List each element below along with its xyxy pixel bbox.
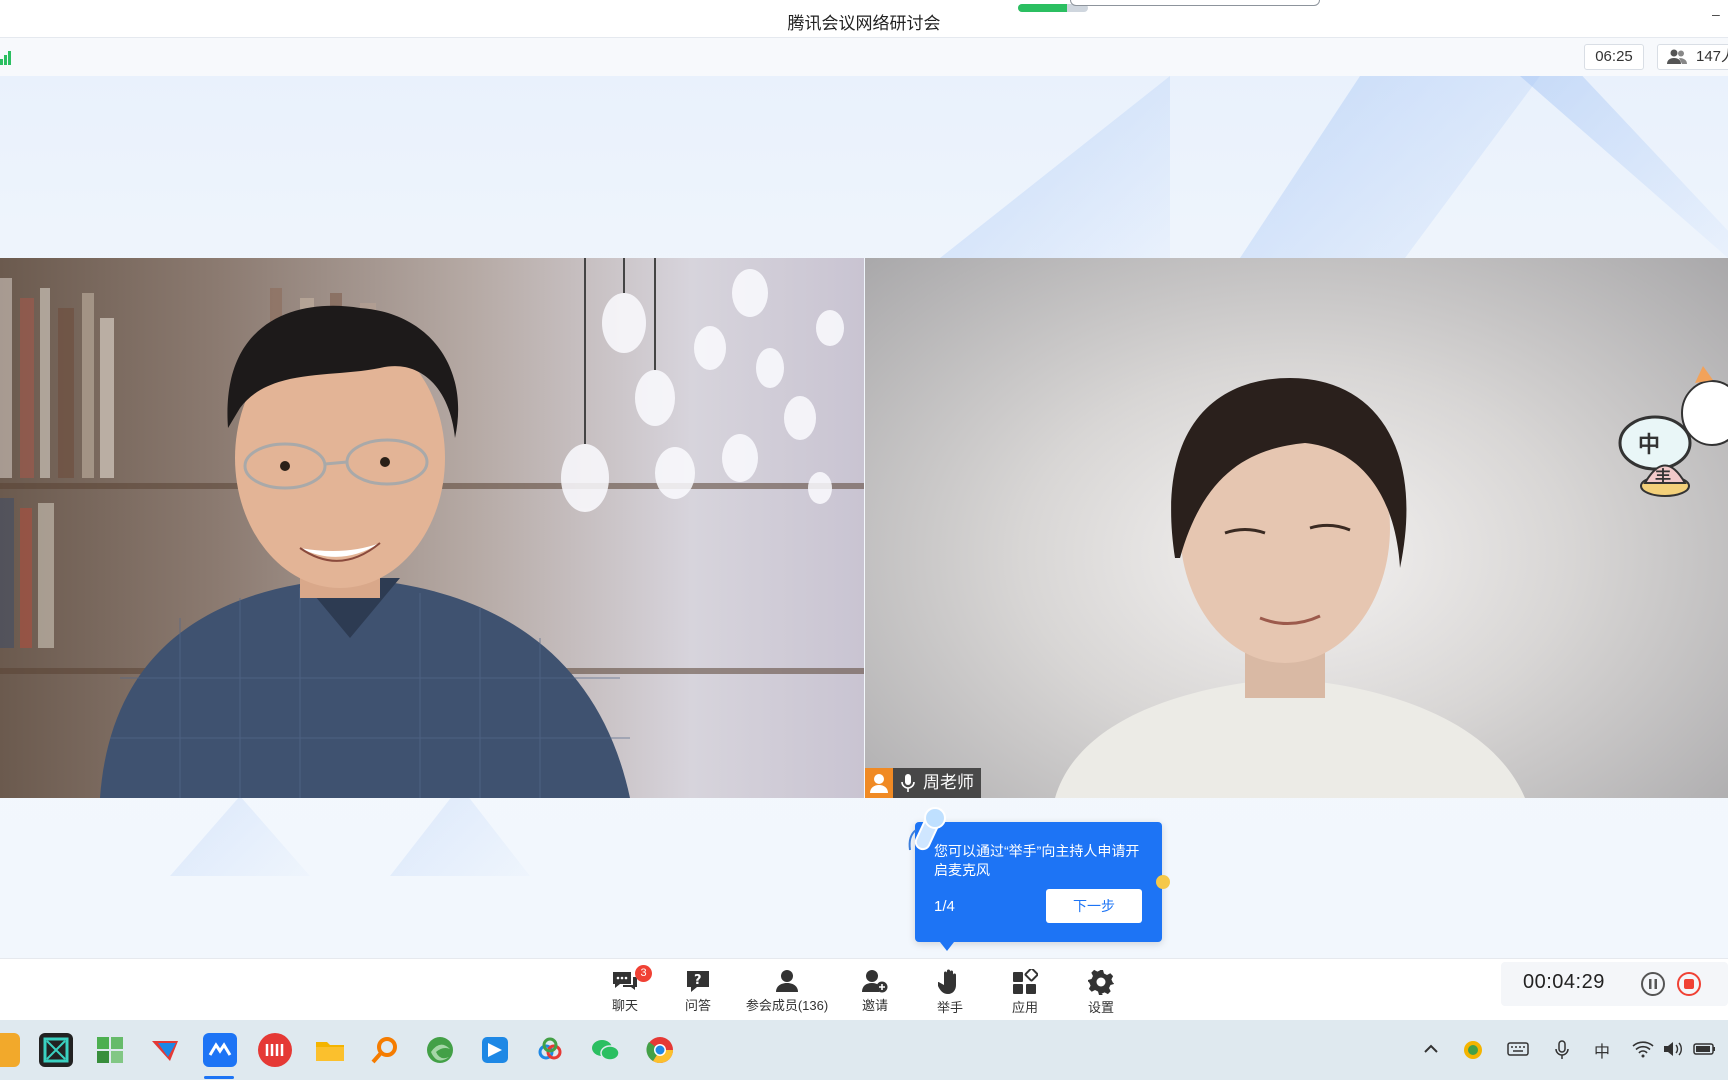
network-signal-icon[interactable]	[0, 51, 14, 65]
settings-label: 设置	[1087, 1000, 1114, 1015]
microphone-icon	[901, 774, 915, 792]
people-icon	[1667, 49, 1687, 64]
guide-step-indicator: 1/4	[934, 898, 955, 915]
title-progress-fill	[1018, 4, 1067, 12]
video-tile-speaker-right[interactable]: 中 丰	[865, 258, 1728, 798]
bird-app-icon[interactable]	[148, 1033, 182, 1067]
qa-button[interactable]: ? 问答	[653, 963, 743, 1019]
meeting-info-bar: 06:25 147人	[0, 37, 1728, 77]
speaker-icon[interactable]	[1662, 1040, 1682, 1058]
tencent-meeting-icon[interactable]	[203, 1033, 237, 1067]
stop-recording-button[interactable]	[1677, 972, 1701, 996]
ime-icon[interactable]: 中	[1594, 1038, 1610, 1062]
speaker-name-tag: 周老师	[865, 768, 981, 798]
recording-timer: 00:04:29	[1523, 971, 1605, 993]
windows-taskbar: 中	[0, 1020, 1728, 1080]
participant-count[interactable]: 147人	[1657, 44, 1728, 70]
video-tile-speaker-left[interactable]	[0, 258, 864, 798]
participant-count-text: 147人	[1696, 48, 1728, 65]
chevron-up-icon[interactable]	[1422, 1040, 1440, 1058]
folder-icon[interactable]	[0, 1033, 20, 1067]
members-label: 参会成员(136)	[745, 998, 829, 1013]
raise-hand-label: 举手	[936, 1000, 963, 1015]
apps-label: 应用	[1011, 1000, 1038, 1015]
edge-icon[interactable]	[423, 1033, 457, 1067]
meeting-toolbar: 聊天 3 ? 问答 参会成员(136) 邀请 举手 应用 设置	[0, 958, 1728, 1021]
wechat-icon[interactable]	[588, 1033, 622, 1067]
wifi-icon[interactable]	[1632, 1040, 1654, 1058]
file-explorer-icon[interactable]	[313, 1033, 347, 1067]
raise-hand-icon	[938, 969, 956, 994]
title-bar: 腾讯会议网络研讨会 –	[0, 0, 1728, 37]
host-badge-icon	[865, 768, 893, 798]
recording-panel: 00:04:29	[1501, 962, 1728, 1006]
window-title: 腾讯会议网络研讨会	[787, 14, 941, 33]
raise-hand-guide-popup: 您可以通过“举手”向主持人申请开启麦克风 1/4 下一步	[915, 822, 1162, 951]
background-decoration	[1520, 76, 1728, 258]
unread-badge: 3	[635, 965, 652, 982]
windows-start-icon[interactable]	[93, 1033, 127, 1067]
battery-icon[interactable]	[1693, 1040, 1717, 1058]
microphone-sticker-icon	[908, 807, 946, 851]
floating-panel-edge[interactable]	[1070, 0, 1320, 6]
guide-highlight-dot	[1156, 875, 1170, 889]
microphone-icon[interactable]	[1554, 1040, 1570, 1060]
svg-text:?: ?	[694, 973, 702, 988]
settings-icon	[1088, 969, 1114, 995]
speaker-video-image	[0, 258, 864, 798]
cat-sticker: 中 丰	[1618, 366, 1728, 497]
settings-button[interactable]: 设置	[1056, 963, 1146, 1019]
pause-icon	[1649, 979, 1657, 989]
guide-pointer-arrow	[940, 942, 954, 951]
qa-label: 问答	[684, 998, 711, 1013]
svg-text:丰: 丰	[1655, 467, 1671, 486]
guide-text: 您可以通过“举手”向主持人申请开启麦克风	[934, 843, 1140, 878]
apps-icon	[1013, 969, 1038, 994]
iqiyi-icon[interactable]	[258, 1033, 292, 1067]
keyboard-icon[interactable]	[1507, 1040, 1529, 1058]
guide-next-button[interactable]: 下一步	[1046, 889, 1142, 923]
cloud-app-icon[interactable]	[533, 1033, 567, 1067]
meeting-clock: 06:25	[1584, 44, 1644, 70]
active-app-indicator	[204, 1076, 234, 1079]
members-icon	[776, 970, 798, 992]
speaker-video-image: 中 丰	[1055, 366, 1728, 798]
background-decoration	[1240, 76, 1540, 258]
box-app-icon[interactable]	[39, 1033, 73, 1067]
invite-label: 邀请	[861, 998, 888, 1013]
app-tray-icon[interactable]	[1463, 1040, 1483, 1060]
question-icon: ?	[687, 971, 709, 992]
chrome-icon[interactable]	[643, 1033, 677, 1067]
chat-label: 聊天	[611, 998, 638, 1013]
feishu-icon[interactable]	[478, 1033, 512, 1067]
invite-icon	[862, 970, 888, 993]
minimize-button[interactable]: –	[1712, 6, 1720, 22]
speaker-name: 周老师	[923, 773, 974, 792]
background-decoration	[170, 796, 310, 876]
stop-record-icon	[1684, 979, 1694, 989]
background-decoration	[390, 786, 530, 876]
members-button[interactable]: 参会成员(136)	[734, 963, 840, 1019]
search-icon[interactable]	[368, 1033, 402, 1067]
pause-recording-button[interactable]	[1641, 972, 1665, 996]
background-decoration	[940, 76, 1170, 258]
svg-text:中: 中	[1638, 433, 1660, 458]
